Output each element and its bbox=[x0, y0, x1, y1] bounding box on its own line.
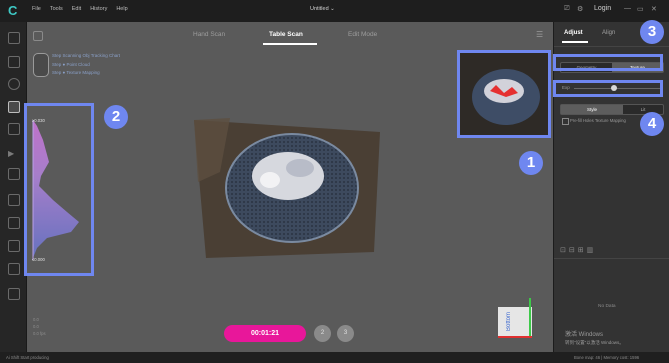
tab-hand-scan[interactable]: Hand Scan bbox=[193, 31, 225, 38]
sparkle-icon[interactable] bbox=[8, 194, 20, 206]
brush-icon[interactable] bbox=[8, 168, 20, 180]
axis-gizmo[interactable] bbox=[498, 307, 532, 337]
callout-box-3 bbox=[553, 54, 663, 71]
callout-badge-2: 2 bbox=[104, 105, 128, 129]
scanned-object-shadow bbox=[286, 159, 314, 177]
prefill-checkbox-label: Pre-fill Holes Texture Mapping bbox=[570, 118, 626, 123]
scan-mesh[interactable] bbox=[190, 112, 386, 260]
axis-label: Bottom bbox=[506, 312, 512, 332]
status-bar: Ai Shift Start producing Bone map: 46 | … bbox=[0, 352, 669, 363]
prefill-checkbox[interactable] bbox=[562, 118, 569, 125]
stats-readout: 0.0 0.0 0.0 fps bbox=[33, 316, 46, 337]
callout-box-4 bbox=[553, 80, 663, 97]
minimize-icon[interactable]: — bbox=[624, 5, 631, 12]
view-tabs: Hand Scan Table Scan Edit Mode ☰ bbox=[27, 24, 553, 46]
step-2-button[interactable]: 2 bbox=[314, 325, 331, 342]
callout-badge-1: 1 bbox=[519, 151, 543, 175]
new-project-icon[interactable] bbox=[8, 32, 20, 44]
menu-help[interactable]: Help bbox=[116, 6, 127, 12]
list-menu-icon[interactable]: ☰ bbox=[536, 30, 543, 39]
globe-icon[interactable] bbox=[8, 288, 20, 300]
cube-icon[interactable] bbox=[8, 123, 20, 135]
grid-icon[interactable] bbox=[8, 217, 20, 229]
watermark-line-1: 激活 Windows bbox=[565, 332, 604, 338]
tab-adjust[interactable]: Adjust bbox=[564, 30, 583, 36]
scan-mode-icon[interactable] bbox=[8, 101, 20, 113]
status-left-text: Ai Shift Start producing bbox=[6, 355, 49, 360]
app-logo-icon: C bbox=[8, 3, 18, 18]
callout-box-1 bbox=[457, 50, 551, 138]
device-icon[interactable] bbox=[8, 78, 20, 90]
open-project-icon[interactable] bbox=[8, 56, 20, 68]
panel-divider bbox=[554, 46, 669, 47]
scanner-device-icon bbox=[33, 53, 49, 77]
record-timer-button[interactable]: 00:01:21 bbox=[224, 325, 306, 342]
step-3-button[interactable]: 3 bbox=[337, 325, 354, 342]
camera-icon[interactable] bbox=[8, 240, 20, 252]
left-toolbar: ▶ bbox=[0, 22, 27, 352]
layers-icon[interactable] bbox=[8, 263, 20, 275]
play-icon[interactable]: ▶ bbox=[8, 149, 18, 159]
close-icon[interactable]: ✕ bbox=[651, 5, 657, 13]
callout-box-2 bbox=[24, 103, 94, 276]
active-tab-indicator bbox=[263, 43, 317, 45]
stat-1: 0.0 bbox=[33, 317, 39, 322]
callout-badge-3: 3 bbox=[640, 20, 664, 44]
screenshot-icon[interactable]: ⎚ bbox=[564, 5, 570, 13]
axis-y-line bbox=[529, 298, 531, 336]
document-title[interactable]: Untitled ⌄ bbox=[310, 6, 335, 12]
settings-icon[interactable]: ⚙ bbox=[577, 5, 583, 13]
style-button[interactable]: Style bbox=[561, 105, 623, 114]
adjust-tab-indicator bbox=[562, 41, 588, 43]
status-right-text: Bone map: 46 | Memory cost: 1596 bbox=[574, 355, 640, 360]
login-button[interactable]: Login bbox=[594, 5, 611, 12]
stat-2: 0.0 bbox=[33, 324, 39, 329]
axis-x-line bbox=[498, 336, 532, 338]
viewport-menu-icon[interactable] bbox=[33, 31, 43, 41]
scan-step-3: Step ● Texture Mapping bbox=[52, 70, 100, 75]
windows-activation-watermark: 激活 Windows 转到"设置"以激活 Windows。 bbox=[565, 331, 624, 347]
menu-tools[interactable]: Tools bbox=[50, 6, 63, 12]
tab-align[interactable]: Align bbox=[602, 30, 615, 36]
menu-file[interactable]: File bbox=[32, 6, 41, 12]
menu-bar: File Tools Edit History Help bbox=[32, 6, 128, 12]
no-data-text: No Data bbox=[598, 304, 616, 309]
scan-step-2: Step ● Point Cloud bbox=[52, 62, 90, 67]
stat-3: 0.0 fps bbox=[33, 331, 46, 336]
watermark-line-2: 转到"设置"以激活 Windows。 bbox=[565, 340, 624, 345]
menu-history[interactable]: History bbox=[90, 6, 107, 12]
callout-badge-4: 4 bbox=[640, 112, 664, 136]
tab-edit-mode[interactable]: Edit Mode bbox=[348, 31, 377, 38]
panel-divider-2 bbox=[554, 258, 669, 259]
menu-edit[interactable]: Edit bbox=[72, 6, 81, 12]
panel-tools-icons[interactable]: ⊡⊟⊞▥ bbox=[560, 246, 596, 254]
scan-step-1: Step Scanning Obj Tracking Chart bbox=[52, 53, 121, 58]
scanned-object-highlight bbox=[260, 172, 280, 188]
tab-table-scan[interactable]: Table Scan bbox=[269, 31, 303, 38]
title-bar: C File Tools Edit History Help Untitled … bbox=[0, 0, 669, 22]
maximize-icon[interactable]: ▭ bbox=[637, 5, 644, 13]
right-panel: Adjust Align Geometry Texture Exp Style … bbox=[553, 22, 669, 352]
